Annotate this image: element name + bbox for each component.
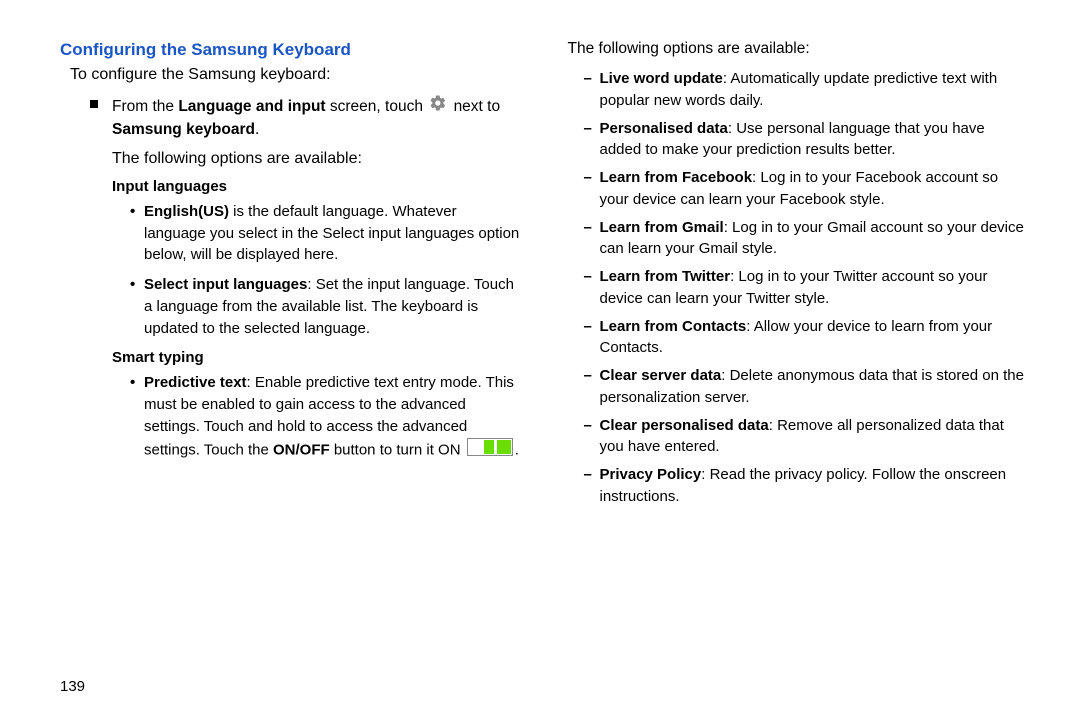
item-text: English(US) is the default language. Wha… <box>144 201 523 266</box>
dash-bullet-icon: – <box>584 316 600 338</box>
item-text: Select input languages: Set the input la… <box>144 274 523 339</box>
t: ON/OFF <box>273 441 330 458</box>
t: Learn from Twitter <box>600 268 731 285</box>
toggle-on-icon <box>467 438 513 463</box>
step-text: From the Language and input screen, touc… <box>112 94 523 142</box>
t: Samsung keyboard <box>112 121 255 138</box>
disc-bullet-icon: • <box>130 274 144 296</box>
item-text: Privacy Policy: Read the privacy policy.… <box>600 464 1031 508</box>
item-text: Clear personalised data: Remove all pers… <box>600 415 1031 459</box>
t: button to turn it ON <box>330 441 465 458</box>
item-text: Clear server data: Delete anonymous data… <box>600 365 1031 409</box>
t: Select input languages <box>144 276 307 293</box>
item-text: Learn from Gmail: Log in to your Gmail a… <box>600 217 1031 261</box>
item-text: Predictive text: Enable predictive text … <box>144 372 523 462</box>
t: Predictive text <box>144 374 247 391</box>
t: next to <box>454 98 501 115</box>
list-item: –Personalised data: Use personal languag… <box>584 118 1031 162</box>
dash-bullet-icon: – <box>584 217 600 239</box>
t: From the <box>112 98 178 115</box>
dash-bullet-icon: – <box>584 68 600 90</box>
t: . <box>255 121 259 138</box>
gear-icon <box>429 94 447 119</box>
t: Learn from Gmail <box>600 219 724 236</box>
disc-bullet-icon: • <box>130 372 144 394</box>
dash-bullet-icon: – <box>584 415 600 437</box>
list-item: • Select input languages: Set the input … <box>130 274 523 339</box>
t: Privacy Policy <box>600 466 702 483</box>
list-item: –Learn from Gmail: Log in to your Gmail … <box>584 217 1031 261</box>
left-column: Configuring the Samsung Keyboard To conf… <box>60 40 523 700</box>
list-item: • English(US) is the default language. W… <box>130 201 523 266</box>
t: Learn from Facebook <box>600 169 753 186</box>
list-item: –Privacy Policy: Read the privacy policy… <box>584 464 1031 508</box>
list-item: –Learn from Twitter: Log in to your Twit… <box>584 266 1031 310</box>
item-text: Learn from Contacts: Allow your device t… <box>600 316 1031 360</box>
subheading-smart-typing: Smart typing <box>112 349 523 366</box>
options-available-text: The following options are available: <box>568 40 1031 58</box>
intro-text: To configure the Samsung keyboard: <box>70 66 523 84</box>
t: Language and input <box>178 98 325 115</box>
right-column: The following options are available: –Li… <box>568 40 1031 700</box>
t: Live word update <box>600 70 723 87</box>
item-text: Personalised data: Use personal language… <box>600 118 1031 162</box>
t: Clear personalised data <box>600 417 769 434</box>
item-text: Learn from Twitter: Log in to your Twitt… <box>600 266 1031 310</box>
subheading-input-languages: Input languages <box>112 178 523 195</box>
dash-bullet-icon: – <box>584 167 600 189</box>
list-item: –Learn from Facebook: Log in to your Fac… <box>584 167 1031 211</box>
list-item: –Clear server data: Delete anonymous dat… <box>584 365 1031 409</box>
item-text: Live word update: Automatically update p… <box>600 68 1031 112</box>
page-number: 139 <box>60 678 85 695</box>
t: screen, touch <box>326 98 428 115</box>
options-available-text: The following options are available: <box>112 150 523 168</box>
t: English(US) <box>144 203 229 220</box>
list-item: –Clear personalised data: Remove all per… <box>584 415 1031 459</box>
t: Personalised data <box>600 120 728 137</box>
manual-page: Configuring the Samsung Keyboard To conf… <box>0 0 1080 720</box>
list-item: –Learn from Contacts: Allow your device … <box>584 316 1031 360</box>
t: . <box>515 441 519 458</box>
item-text: Learn from Facebook: Log in to your Face… <box>600 167 1031 211</box>
list-item: –Live word update: Automatically update … <box>584 68 1031 112</box>
dash-bullet-icon: – <box>584 118 600 140</box>
dash-bullet-icon: – <box>584 464 600 486</box>
dash-bullet-icon: – <box>584 266 600 288</box>
section-heading: Configuring the Samsung Keyboard <box>60 40 523 60</box>
step-item: From the Language and input screen, touc… <box>90 94 523 142</box>
disc-bullet-icon: • <box>130 201 144 223</box>
list-item: • Predictive text: Enable predictive tex… <box>130 372 523 462</box>
t: Clear server data <box>600 367 722 384</box>
t: Learn from Contacts <box>600 318 747 335</box>
dash-bullet-icon: – <box>584 365 600 387</box>
square-bullet-icon <box>90 100 98 108</box>
